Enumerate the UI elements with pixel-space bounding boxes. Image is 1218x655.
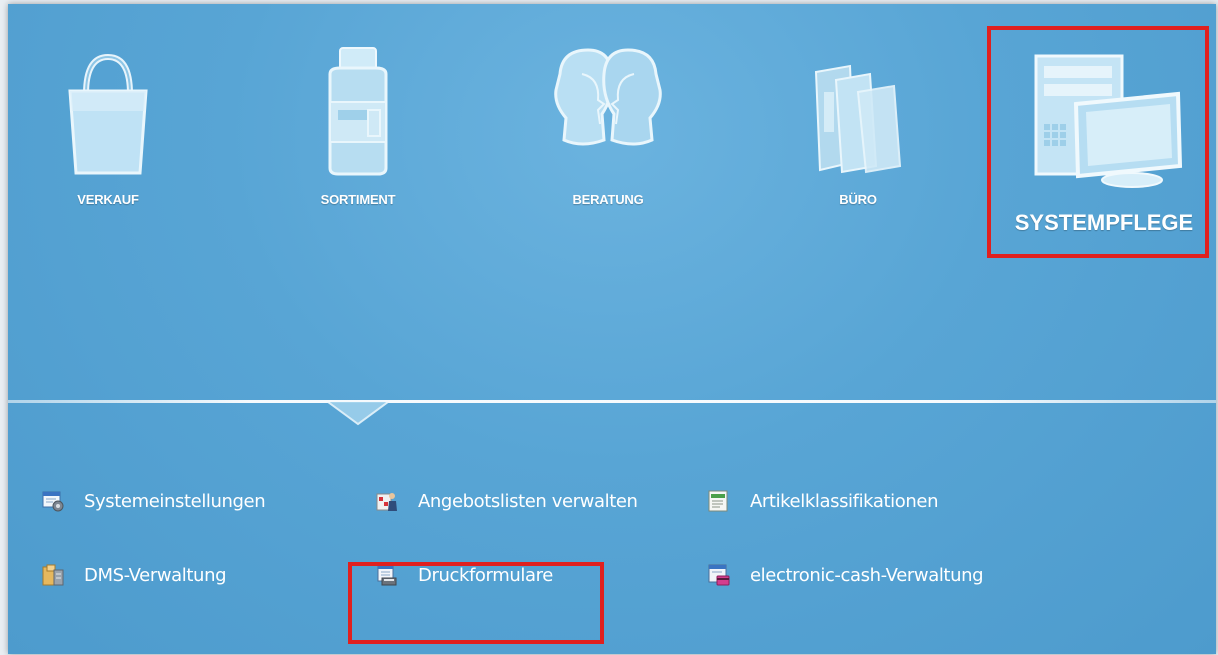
highlight-systempflege	[987, 26, 1209, 258]
submenu-dms-verwaltung[interactable]: DMS-Verwaltung	[42, 558, 227, 592]
section-divider	[8, 400, 1216, 403]
ec-card-icon	[708, 564, 730, 586]
office-folders-icon	[814, 64, 902, 174]
dms-archive-icon	[42, 564, 64, 586]
shopping-bag-icon	[68, 53, 148, 175]
submenu-label: Angebotslisten verwalten	[418, 490, 638, 512]
submenu-label: electronic-cash-Verwaltung	[750, 564, 984, 586]
submenu-angebotslisten-verwalten[interactable]: Angebotslisten verwalten	[376, 484, 638, 518]
highlight-druckformulare	[348, 562, 604, 644]
module-sortiment[interactable]: SORTIMENT	[288, 44, 428, 214]
medicine-jar-icon	[328, 47, 388, 176]
submenu-electronic-cash-verwaltung[interactable]: electronic-cash-Verwaltung	[708, 558, 984, 592]
article-classification-icon	[708, 490, 728, 512]
submenu-label: Artikelklassifikationen	[750, 490, 939, 512]
submenu-label: DMS-Verwaltung	[84, 564, 227, 586]
consultation-heads-icon	[554, 48, 662, 146]
module-label: VERKAUF	[77, 192, 139, 207]
submenu-artikelklassifikationen[interactable]: Artikelklassifikationen	[708, 484, 938, 518]
app-frame: VERKAUF SORTIMENT BERATUNG BÜRO SYSTEMPF…	[8, 4, 1216, 654]
module-label: BERATUNG	[572, 192, 644, 207]
module-verkauf[interactable]: VERKAUF	[38, 44, 178, 214]
submenu-label: Systemeinstellungen	[84, 490, 266, 512]
module-beratung[interactable]: BERATUNG	[538, 44, 678, 214]
submenu-systemeinstellungen[interactable]: Systemeinstellungen	[42, 484, 266, 518]
chevron-down-icon	[327, 402, 389, 426]
module-label: BÜRO	[839, 192, 877, 207]
module-label: SORTIMENT	[320, 192, 396, 207]
system-settings-icon	[42, 491, 64, 512]
module-buero[interactable]: BÜRO	[798, 44, 918, 214]
offer-lists-icon	[376, 493, 397, 511]
